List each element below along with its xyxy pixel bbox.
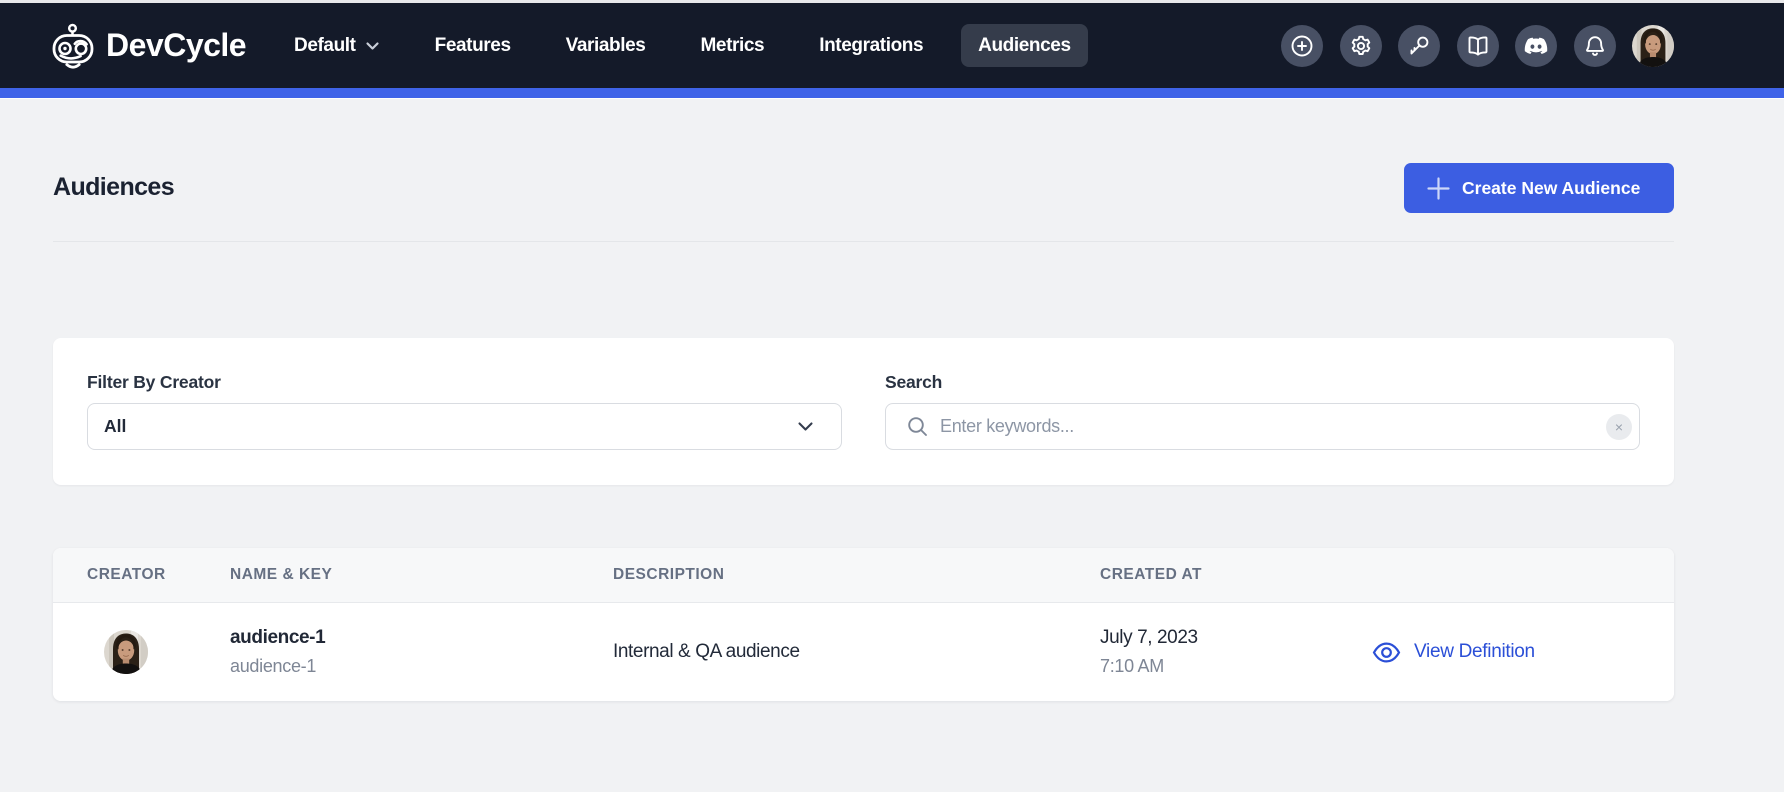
- search-box: ×: [885, 403, 1640, 450]
- nav-item-features[interactable]: Features: [418, 24, 528, 67]
- nav-item-integrations[interactable]: Integrations: [802, 24, 940, 67]
- creator-avatar: [104, 630, 148, 674]
- audience-key: audience-1: [230, 652, 613, 680]
- primary-nav: Default Features Variables Metrics Integ…: [277, 3, 1088, 88]
- audience-name: audience-1: [230, 624, 613, 652]
- audiences-table: Creator Name & Key Description Created A…: [53, 548, 1674, 701]
- bell-icon: [1583, 34, 1607, 58]
- column-header-created-at: Created At: [1100, 566, 1372, 584]
- view-definition-label: View Definition: [1414, 641, 1535, 663]
- nav-label: Features: [435, 35, 511, 57]
- accent-bar: [0, 88, 1784, 99]
- column-header-description: Description: [613, 566, 1100, 584]
- nav-label: Metrics: [700, 35, 764, 57]
- column-header-creator: Creator: [87, 566, 230, 584]
- nav-label: Default: [294, 35, 356, 57]
- add-new-button[interactable]: [1281, 25, 1323, 67]
- x-icon: ×: [1615, 420, 1623, 434]
- creator-filter-field: Filter By Creator All: [87, 373, 842, 485]
- main-content: Audiences Create New Audience Filter By …: [53, 99, 1674, 701]
- discord-button[interactable]: [1515, 25, 1557, 67]
- discord-icon: [1523, 33, 1549, 59]
- notifications-button[interactable]: [1574, 25, 1616, 67]
- chevron-down-icon: [797, 421, 814, 432]
- creator-select[interactable]: All: [87, 403, 842, 450]
- nav-item-variables[interactable]: Variables: [549, 24, 663, 67]
- create-new-audience-button[interactable]: Create New Audience: [1404, 163, 1674, 213]
- search-input[interactable]: [940, 404, 1606, 449]
- create-button-label: Create New Audience: [1462, 178, 1640, 199]
- nav-item-metrics[interactable]: Metrics: [683, 24, 781, 67]
- nav-item-audiences[interactable]: Audiences: [961, 24, 1088, 67]
- header-actions: [1281, 3, 1674, 88]
- filter-by-creator-label: Filter By Creator: [87, 373, 842, 392]
- creator-select-value: All: [104, 416, 126, 437]
- creator-photo: [104, 630, 148, 674]
- plus-circle-icon: [1290, 34, 1314, 58]
- created-at-cell: July 7, 2023 7:10 AM: [1100, 624, 1372, 680]
- brand-wordmark: DevCycle: [106, 27, 246, 64]
- app-header: DevCycle Default Features Variables Metr…: [0, 3, 1784, 88]
- search-label: Search: [885, 373, 1640, 392]
- audience-description: Internal & QA audience: [613, 641, 1100, 663]
- created-date: July 7, 2023: [1100, 624, 1372, 652]
- open-book-icon: [1466, 34, 1490, 58]
- nav-label: Variables: [566, 35, 646, 57]
- nav-label: Audiences: [978, 35, 1071, 57]
- user-avatar[interactable]: [1632, 25, 1674, 67]
- page-header: Audiences Create New Audience: [53, 99, 1674, 242]
- eye-icon: [1372, 641, 1401, 664]
- nav-label: Integrations: [819, 35, 923, 57]
- clear-search-button[interactable]: ×: [1606, 414, 1632, 440]
- gear-icon: [1349, 34, 1373, 58]
- column-header-name-key: Name & Key: [230, 566, 613, 584]
- filter-card: Filter By Creator All Search ×: [53, 338, 1674, 485]
- search-icon: [906, 415, 929, 438]
- created-time: 7:10 AM: [1100, 652, 1372, 680]
- nav-item-default-project[interactable]: Default: [277, 24, 397, 67]
- table-row[interactable]: audience-1 audience-1 Internal & QA audi…: [53, 603, 1674, 701]
- page-title: Audiences: [53, 170, 174, 204]
- api-keys-button[interactable]: [1398, 25, 1440, 67]
- documentation-button[interactable]: [1457, 25, 1499, 67]
- settings-button[interactable]: [1340, 25, 1382, 67]
- name-key-cell: audience-1 audience-1: [230, 624, 613, 680]
- plus-icon: [1425, 175, 1452, 202]
- devcycle-robot-icon: [52, 20, 96, 72]
- table-header-row: Creator Name & Key Description Created A…: [53, 548, 1674, 603]
- brand-logo[interactable]: DevCycle: [52, 3, 246, 88]
- search-field: Search ×: [885, 373, 1640, 485]
- view-definition-link[interactable]: View Definition: [1372, 641, 1535, 664]
- user-photo: [1632, 25, 1674, 67]
- key-icon: [1407, 34, 1431, 58]
- chevron-down-icon: [365, 41, 380, 51]
